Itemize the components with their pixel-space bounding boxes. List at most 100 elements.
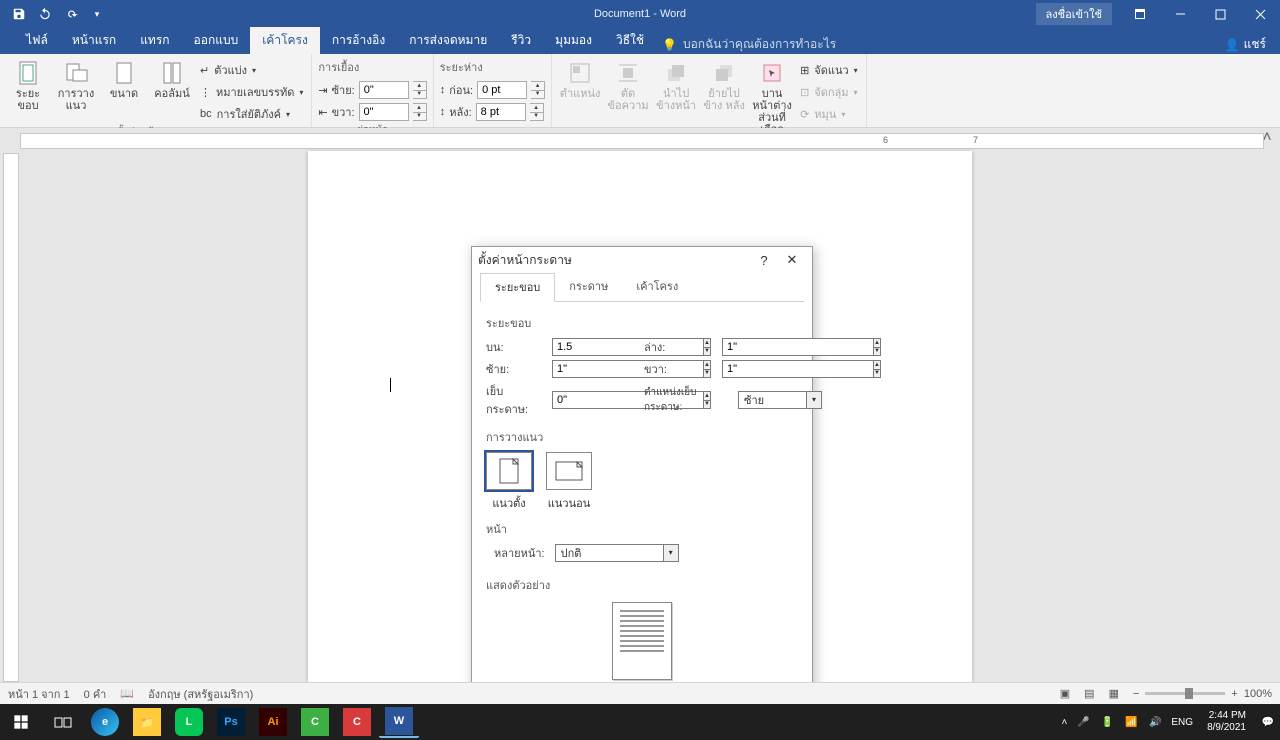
tray-notifications-icon[interactable]: 💬 [1260,714,1276,730]
gutter-pos-combo[interactable]: ซ้าย▾ [738,391,822,409]
bottom-margin-spinner[interactable]: ▲▼ [873,338,881,356]
status-language[interactable]: อังกฤษ (สหรัฐอเมริกา) [148,685,253,703]
task-view-button[interactable] [42,704,84,740]
indent-left-label: ซ้าย: [332,81,355,99]
ribbon-display-button[interactable] [1120,0,1160,28]
selection-pane-button[interactable]: บานหน้าต่าง ส่วนที่เลือก [750,58,794,136]
indent-left-input[interactable] [359,81,409,99]
orientation-portrait[interactable]: แนวตั้ง [486,452,532,512]
titlebar: ▾ Document1 - Word ลงชื่อเข้าใช้ [0,0,1280,28]
zoom-level[interactable]: 100% [1244,688,1272,700]
save-button[interactable] [6,2,32,26]
spacing-after-input[interactable] [476,103,526,121]
zoom-slider[interactable] [1145,692,1225,695]
view-web-layout[interactable]: ▦ [1109,687,1119,700]
undo-button[interactable] [32,2,58,26]
spacing-before-input[interactable] [477,81,527,99]
tray-mic-icon[interactable]: 🎤 [1075,714,1091,730]
bottom-margin-input[interactable] [722,338,873,356]
preview-thumbnail [612,602,672,680]
hyphenation-button[interactable]: bcการใส่ยัติภังค์▾ [198,104,305,124]
dialog-tab-margins[interactable]: ระยะขอบ [480,273,555,302]
close-button[interactable] [1240,0,1280,28]
tab-view[interactable]: มุมมอง [543,27,604,54]
tray-volume-icon[interactable]: 🔊 [1147,714,1163,730]
vertical-ruler[interactable] [3,153,19,682]
taskbar-line[interactable]: L [169,706,209,738]
tray-wifi-icon[interactable]: 📶 [1123,714,1139,730]
dialog-close-button[interactable]: ✕ [778,250,806,270]
margins-icon [14,60,42,86]
bring-forward-button: นำไป ข้างหน้า [654,58,698,112]
group-button: ⊡จัดกลุ่ม▾ [798,82,860,102]
taskbar-explorer[interactable]: 📁 [127,706,167,738]
dialog-tab-paper[interactable]: กระดาษ [555,273,622,301]
tray-chevron-icon[interactable]: ˄ [1062,717,1068,728]
horizontal-ruler[interactable]: 6 7 [20,133,1264,149]
view-read-mode[interactable]: ▣ [1060,687,1070,700]
statusbar: หน้า 1 จาก 1 0 คำ 📖 อังกฤษ (สหรัฐอเมริกา… [0,682,1280,704]
tab-insert[interactable]: แทรก [128,27,181,54]
dialog-tab-layout[interactable]: เค้าโครง [622,273,692,301]
maximize-button[interactable] [1200,0,1240,28]
orientation-landscape[interactable]: แนวนอน [546,452,592,512]
tab-references[interactable]: การอ้างอิง [320,27,397,54]
share-button[interactable]: 👤 แชร์ [1225,35,1266,54]
taskbar-camtasia[interactable]: C [295,706,335,738]
tab-layout[interactable]: เค้าโครง [250,27,320,54]
taskbar-photoshop[interactable]: Ps [211,706,251,738]
size-button[interactable]: ขนาด [102,58,146,100]
window-title: Document1 - Word [594,8,686,20]
tab-home[interactable]: หน้าแรก [60,27,128,54]
align-button[interactable]: ⊞จัดแนว▾ [798,60,860,80]
tab-help[interactable]: วิธีใช้ [604,27,656,54]
breaks-button[interactable]: ↵ตัวแบ่ง▾ [198,60,305,80]
indent-right-icon: ⇤ [318,106,327,119]
spacing-before-spinner[interactable]: ▲▼ [531,81,545,99]
position-icon [566,60,594,86]
multiple-pages-combo[interactable]: ปกติ▾ [555,544,679,562]
line-numbers-button[interactable]: ⋮หมายเลขบรรทัด▾ [198,82,305,102]
indent-right-spinner[interactable]: ▲▼ [413,103,427,121]
orientation-icon [62,60,90,86]
status-proofing-icon[interactable]: 📖 [120,687,134,700]
orientation-button[interactable]: การวาง แนว [54,58,98,112]
indent-left-spinner[interactable]: ▲▼ [413,81,427,99]
right-margin-input[interactable] [722,360,873,378]
margins-button[interactable]: ระยะ ขอบ [6,58,50,112]
tray-language[interactable]: ENG [1171,717,1193,728]
tray-clock[interactable]: 2:44 PM8/9/2021 [1201,710,1252,734]
taskbar-edge[interactable]: e [85,706,125,738]
tab-mailings[interactable]: การส่งจดหมาย [397,27,499,54]
right-margin-spinner[interactable]: ▲▼ [873,360,881,378]
columns-button[interactable]: คอลัมน์ [150,58,194,100]
tab-design[interactable]: ออกแบบ [182,27,251,54]
zoom-in-button[interactable]: + [1231,688,1237,700]
section-pages: หน้า [486,520,798,538]
redo-button[interactable] [58,2,84,26]
spacing-after-label: หลัง: [449,103,471,121]
taskbar-app-red[interactable]: C [337,706,377,738]
tab-file[interactable]: ไฟล์ [14,27,60,54]
qat-customize[interactable]: ▾ [84,2,110,26]
size-icon [110,60,138,86]
ribbon: ระยะ ขอบ การวาง แนว ขนาด คอลัมน์ ↵ตัวแบ่… [0,54,1280,128]
wrap-icon [614,60,642,86]
status-page[interactable]: หน้า 1 จาก 1 [8,685,70,703]
start-button[interactable] [0,704,42,740]
status-words[interactable]: 0 คำ [84,685,107,703]
taskbar-word[interactable]: W [379,706,419,738]
zoom-out-button[interactable]: − [1133,688,1139,700]
dialog-help-button[interactable]: ? [750,250,778,270]
tell-me-input[interactable]: 💡 บอกฉันว่าคุณต้องการทำอะไร [662,35,836,54]
view-print-layout[interactable]: ▤ [1084,687,1094,700]
tray-battery-icon[interactable]: 🔋 [1099,714,1115,730]
sign-in-button[interactable]: ลงชื่อเข้าใช้ [1036,3,1112,25]
indent-right-input[interactable] [359,103,409,121]
minimize-button[interactable] [1160,0,1200,28]
tab-review[interactable]: รีวิว [499,27,543,54]
page-setup-dialog: ตั้งค่าหน้ากระดาษ ? ✕ ระยะขอบ กระดาษ เค้… [471,246,813,682]
spacing-after-spinner[interactable]: ▲▼ [530,103,544,121]
left-margin-label: ซ้าย: [486,360,544,378]
taskbar-illustrator[interactable]: Ai [253,706,293,738]
